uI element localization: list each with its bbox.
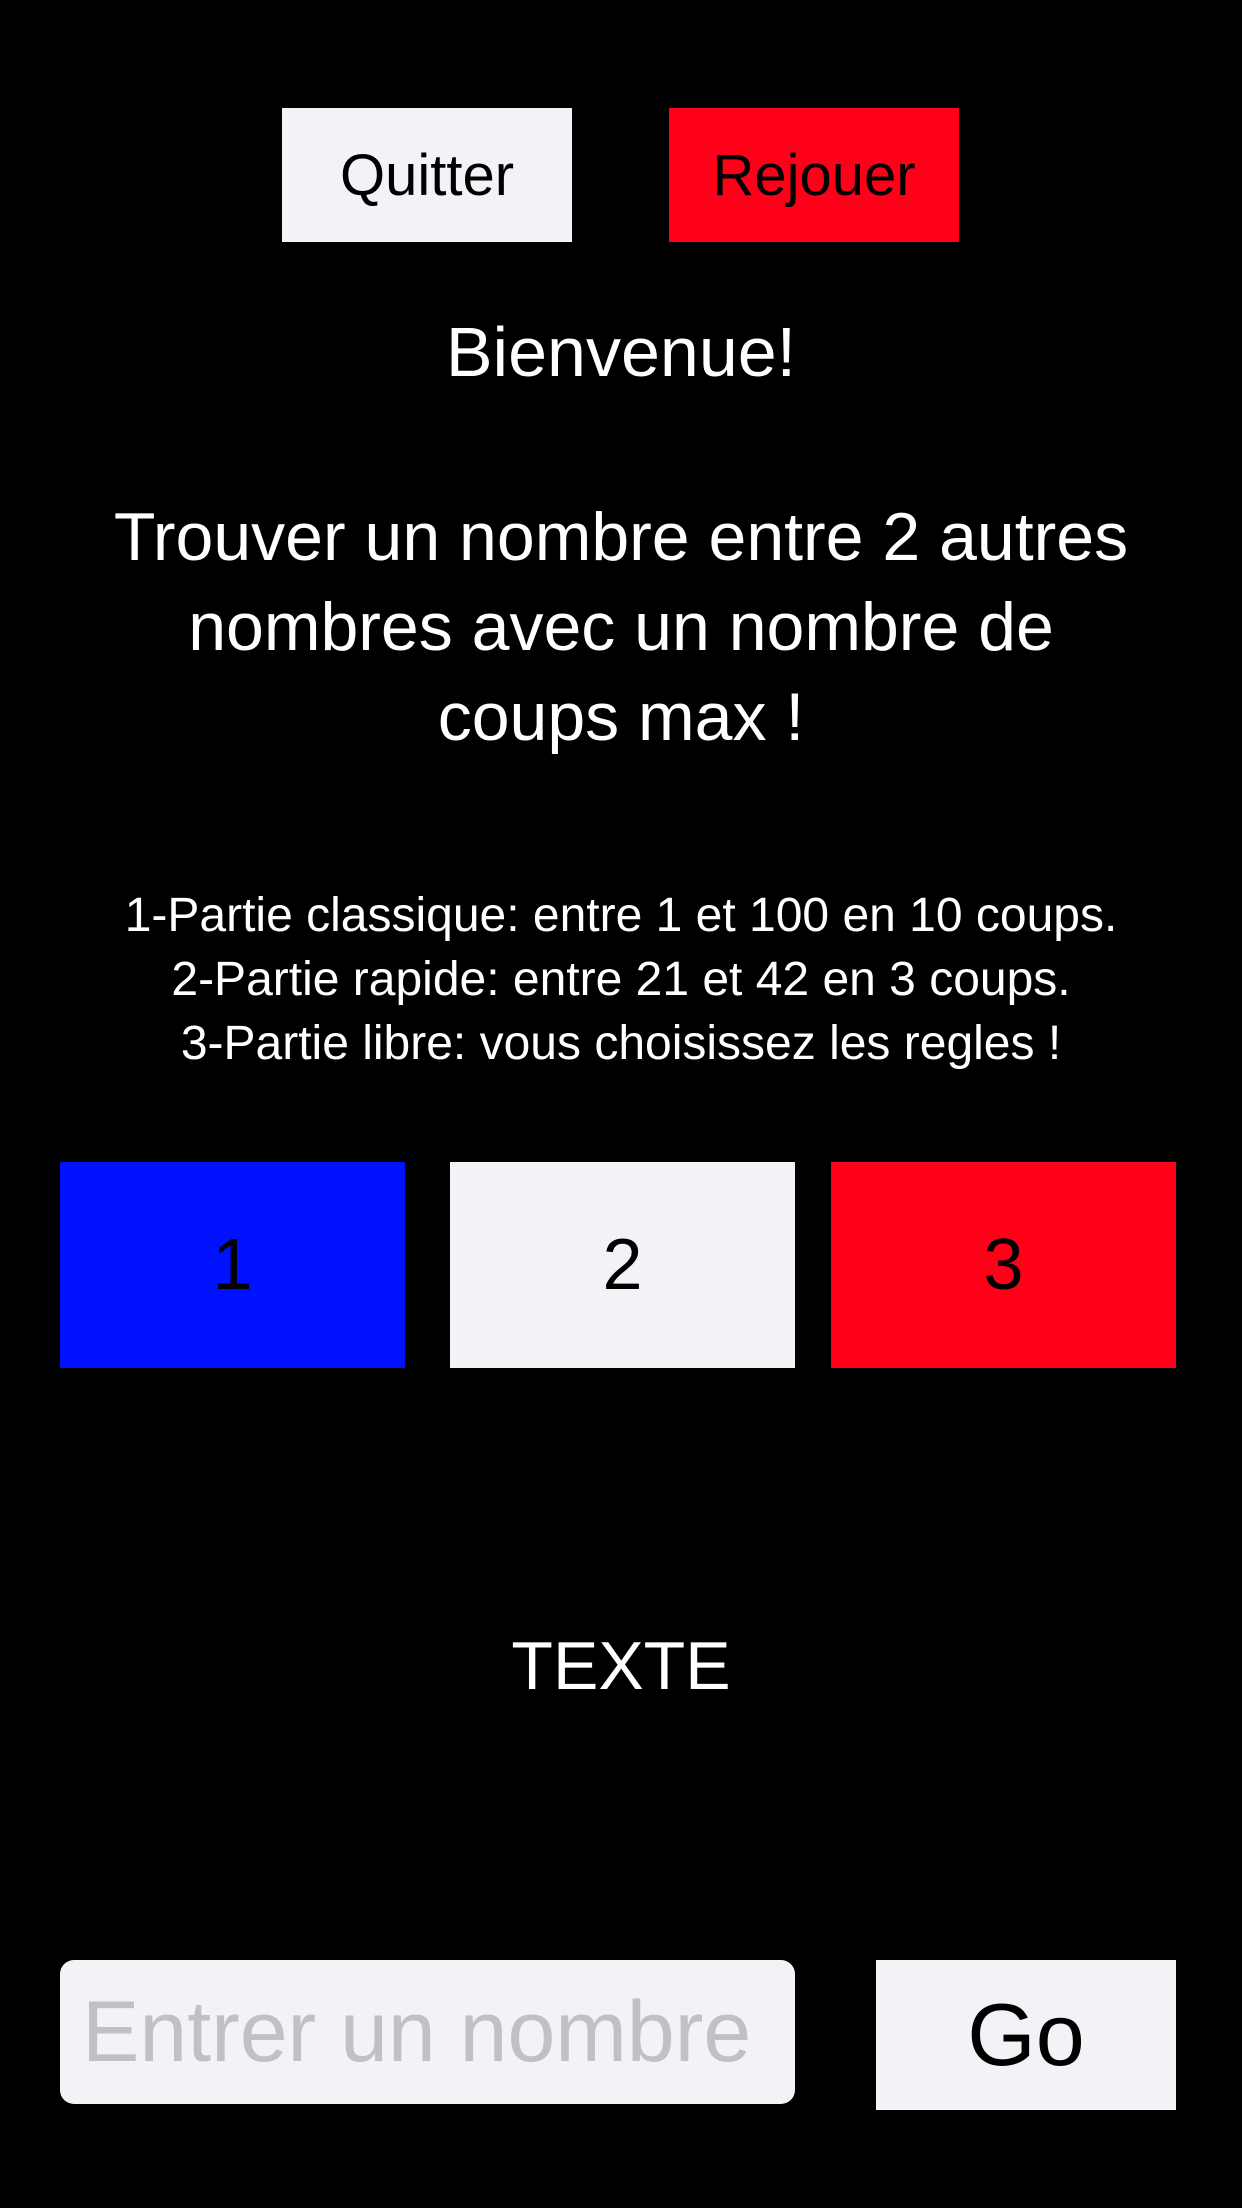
replay-button[interactable]: Rejouer: [669, 108, 959, 242]
description-line: nombres avec un nombre de: [188, 589, 1054, 665]
mode-free-button[interactable]: 3: [831, 1162, 1176, 1368]
game-rules: 1-Partie classique: entre 1 et 100 en 10…: [0, 884, 1242, 1076]
mode-quick-button[interactable]: 2: [450, 1162, 795, 1368]
rule-free: 3-Partie libre: vous choisissez les regl…: [180, 1017, 1062, 1070]
rule-classic: 1-Partie classique: entre 1 et 100 en 10…: [124, 889, 1118, 942]
description-line: coups max !: [437, 679, 805, 755]
quit-button[interactable]: Quitter: [282, 108, 572, 242]
game-description: Trouver un nombre entre 2 autres nombres…: [0, 492, 1242, 762]
mode-classic-button[interactable]: 1: [60, 1162, 405, 1368]
status-text: TEXTE: [511, 1628, 731, 1704]
number-input[interactable]: [60, 1960, 795, 2104]
rule-quick: 2-Partie rapide: entre 21 et 42 en 3 cou…: [171, 953, 1071, 1006]
welcome-title: Bienvenue!: [445, 313, 797, 391]
description-line: Trouver un nombre entre 2 autres: [113, 499, 1129, 575]
go-button[interactable]: Go: [876, 1960, 1176, 2110]
